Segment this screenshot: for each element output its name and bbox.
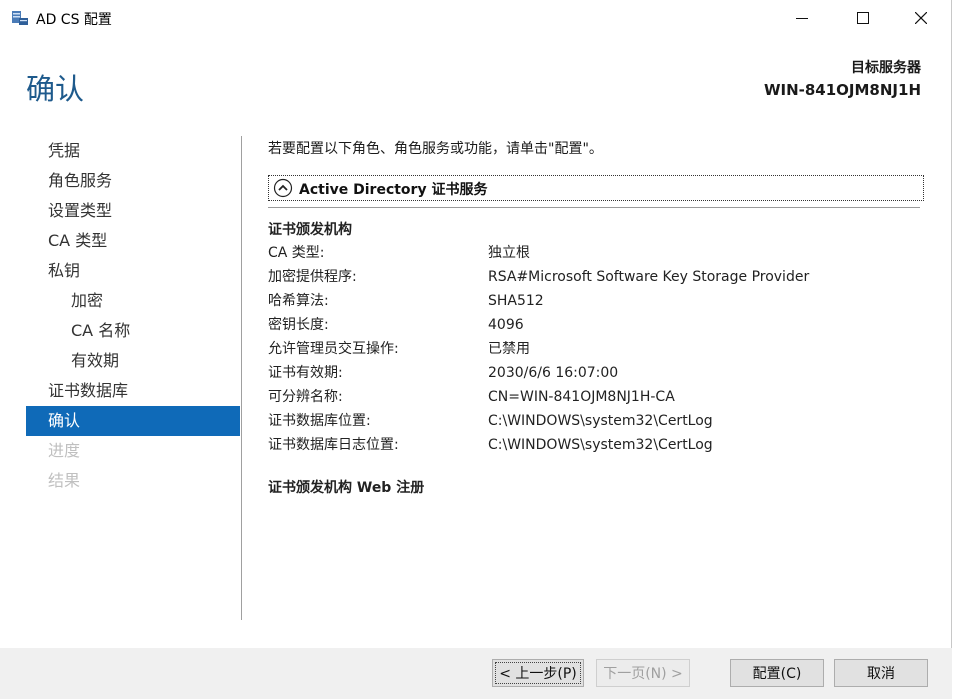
setting-row: 证书数据库日志位置: C:\WINDOWS\system32\CertLog: [268, 433, 924, 457]
setting-value: RSA#Microsoft Software Key Storage Provi…: [488, 269, 810, 285]
setting-key: 证书数据库日志位置:: [268, 437, 399, 453]
maximize-button[interactable]: [834, 0, 892, 36]
setting-row: 加密提供程序: RSA#Microsoft Software Key Storag…: [268, 265, 924, 289]
setting-key: 可分辨名称:: [268, 389, 343, 405]
setting-key: 加密提供程序:: [268, 269, 357, 285]
web-enrollment-group-title: 证书颁发机构 Web 注册: [268, 480, 425, 496]
maximize-icon: [857, 12, 869, 24]
nav-item-validity-period[interactable]: 有效期: [26, 346, 240, 376]
setting-row: 允许管理员交互操作: 已禁用: [268, 337, 924, 361]
setting-key: 证书有效期:: [268, 365, 343, 381]
nav-item-private-key[interactable]: 私钥: [26, 256, 240, 286]
nav-item-cryptography[interactable]: 加密: [26, 286, 240, 316]
setting-key: 哈希算法:: [268, 293, 329, 309]
setting-key: 允许管理员交互操作:: [268, 341, 399, 357]
wizard-footer: < 上一步(P) 下一页(N) > 配置(C) 取消: [0, 648, 952, 699]
server-manager-icon: [12, 11, 28, 25]
close-icon: [915, 12, 927, 24]
setting-value: SHA512: [488, 293, 544, 309]
close-button[interactable]: [892, 0, 950, 36]
setting-row: 哈希算法: SHA512: [268, 289, 924, 313]
nav-item-progress: 进度: [48, 441, 81, 460]
setting-key: 证书数据库位置:: [268, 413, 371, 429]
setting-row: 密钥长度: 4096: [268, 313, 924, 337]
nav-item-confirmation[interactable]: 确认: [26, 406, 240, 436]
cancel-button[interactable]: 取消: [834, 659, 928, 687]
setting-value: C:\WINDOWS\system32\CertLog: [488, 413, 713, 429]
minimize-button[interactable]: [773, 0, 831, 36]
setting-value: 2030/6/6 16:07:00: [488, 365, 619, 381]
setting-row: 证书数据库位置: C:\WINDOWS\system32\CertLog: [268, 409, 924, 433]
nav-item-ca-name[interactable]: CA 名称: [26, 316, 240, 346]
setting-row: 证书有效期: 2030/6/6 16:07:00: [268, 361, 924, 385]
configure-button[interactable]: 配置(C): [730, 659, 824, 687]
wizard-header: 确认 目标服务器 WIN-841OJM8NJ1H: [0, 36, 951, 128]
setting-value: CN=WIN-841OJM8NJ1H-CA: [488, 389, 675, 405]
target-server-label: 目标服务器: [851, 60, 921, 76]
setting-key: 密钥长度:: [268, 317, 329, 333]
page-title: 确认: [26, 72, 85, 106]
nav-divider: [241, 136, 242, 620]
nav-item-role-services[interactable]: 角色服务: [26, 166, 240, 196]
previous-button[interactable]: < 上一步(P): [492, 659, 584, 687]
nav-item-certificate-database[interactable]: 证书数据库: [26, 376, 240, 406]
next-button: 下一页(N) >: [596, 659, 690, 687]
setting-row: CA 类型: 独立根: [268, 241, 924, 265]
window-title: AD CS 配置: [36, 12, 112, 28]
section-header-adcs[interactable]: Active Directory 证书服务: [268, 175, 924, 201]
ad-cs-config-window: AD CS 配置 确认 目标服务器 WIN-841OJM8NJ1H 凭据 角色服…: [0, 0, 952, 699]
target-server-name: WIN-841OJM8NJ1H: [763, 81, 921, 99]
nav-item-results: 结果: [48, 471, 81, 490]
minimize-icon: [796, 18, 808, 19]
title-bar[interactable]: AD CS 配置: [0, 0, 951, 36]
settings-list: CA 类型: 独立根 加密提供程序: RSA#Microsoft Software …: [268, 241, 924, 457]
nav-item-credentials[interactable]: 凭据: [26, 136, 240, 166]
section-title: Active Directory 证书服务: [299, 182, 488, 198]
nav-item-setup-type[interactable]: 设置类型: [26, 196, 240, 226]
wizard-nav: 凭据 角色服务 设置类型 CA 类型 私钥 加密 CA 名称 有效期 证书数据库…: [26, 136, 240, 496]
intro-text: 若要配置以下角色、角色服务或功能，请单击"配置"。: [268, 141, 603, 157]
setting-value: 已禁用: [488, 341, 530, 357]
setting-value: 独立根: [488, 245, 530, 261]
nav-item-ca-type[interactable]: CA 类型: [26, 226, 240, 256]
collapse-chevron-up-icon[interactable]: [273, 178, 293, 198]
setting-row: 可分辨名称: CN=WIN-841OJM8NJ1H-CA: [268, 385, 924, 409]
ca-group-title: 证书颁发机构: [268, 222, 352, 238]
setting-value: C:\WINDOWS\system32\CertLog: [488, 437, 713, 453]
section-divider: [268, 207, 920, 208]
setting-value: 4096: [488, 317, 524, 333]
setting-key: CA 类型:: [268, 245, 325, 261]
